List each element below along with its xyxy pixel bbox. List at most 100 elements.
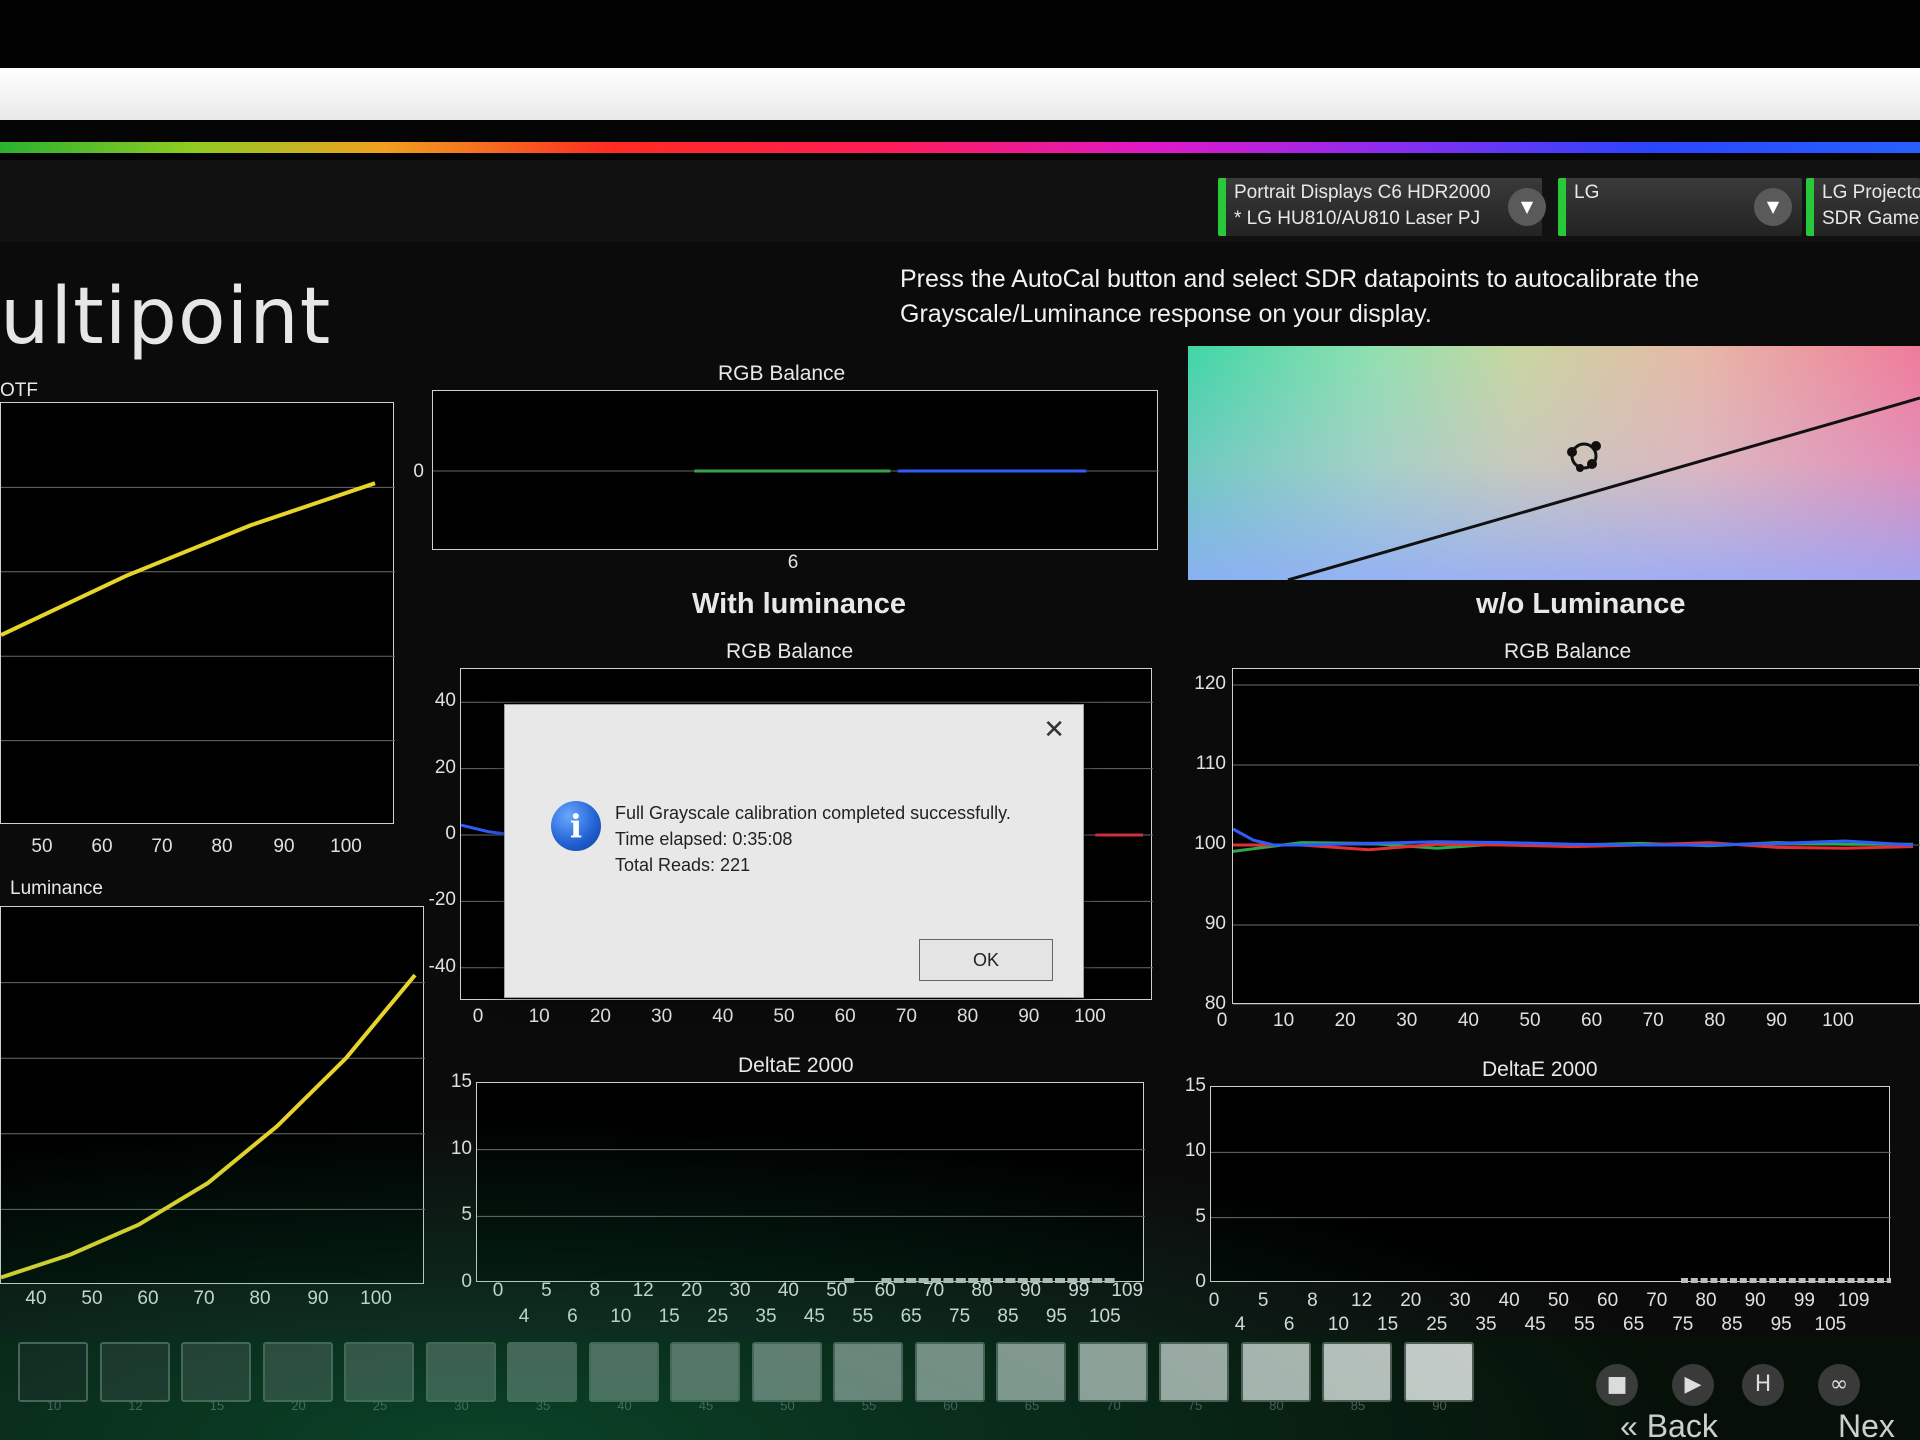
gray-patch-label: 10 — [46, 1398, 62, 1413]
gray-patch-swatch[interactable] — [1077, 1342, 1148, 1402]
luminance-xtick: 90 — [307, 1288, 329, 1309]
de-without-xtick-upper: 20 — [1400, 1290, 1422, 1311]
de-with-xtick-lower: 25 — [707, 1306, 729, 1327]
meter-selector-line1: Portrait Displays C6 HDR2000 — [1234, 182, 1491, 203]
ok-button[interactable]: OK — [919, 939, 1053, 981]
back-button[interactable]: « Back — [1620, 1408, 1718, 1440]
gray-patch-swatch[interactable] — [751, 1342, 822, 1402]
de-without-bar — [1769, 1278, 1777, 1283]
de-without-xtick-upper: 80 — [1695, 1290, 1717, 1311]
gray-patch-swatch[interactable] — [18, 1342, 88, 1402]
de-without-xtick-upper: 40 — [1498, 1290, 1520, 1311]
top-black-bar — [0, 0, 1920, 68]
de-without-bar — [1847, 1278, 1855, 1283]
de-without-ytick: 5 — [1195, 1205, 1206, 1227]
de-without-bar — [1720, 1278, 1728, 1283]
luminance-xtick: 100 — [360, 1288, 392, 1309]
de-without-xtick-lower: 10 — [1327, 1314, 1349, 1335]
de-with-ytick: 15 — [450, 1071, 472, 1092]
rgb-without-xtick: 50 — [1519, 1010, 1541, 1031]
dialog-message-line2: Time elapsed: 0:35:08 — [615, 829, 793, 849]
close-icon[interactable]: ✕ — [1043, 715, 1065, 745]
de-without-xtick-upper: 5 — [1257, 1290, 1269, 1311]
de-with-xtick-lower: 95 — [1045, 1306, 1067, 1327]
rgb-without-plot — [1232, 668, 1920, 1005]
de-without-plot — [1210, 1086, 1891, 1283]
de-without-bar — [1690, 1278, 1698, 1283]
de-with-bar — [1092, 1278, 1103, 1283]
chevron-down-icon[interactable]: ▼ — [1508, 188, 1546, 226]
gray-patch-swatch[interactable] — [588, 1342, 659, 1402]
meter-selector[interactable]: Portrait Displays C6 HDR2000 * LG HU810/… — [1218, 178, 1546, 236]
gray-patch-label: 90 — [1432, 1398, 1447, 1413]
rgb-without-ytick: 90 — [1204, 913, 1226, 934]
de-with-xtick-upper: 40 — [777, 1280, 799, 1301]
rgb-without-xtick: 90 — [1765, 1010, 1787, 1031]
de-with-xtick-upper: 30 — [729, 1280, 751, 1301]
de-with-xtick-lower: 65 — [900, 1306, 922, 1327]
de-without-bar — [1700, 1278, 1708, 1283]
gray-patch-swatch[interactable] — [1159, 1342, 1229, 1402]
de-without-xtick-lower: 6 — [1283, 1314, 1295, 1335]
dialog-message-line3: Total Reads: 221 — [615, 855, 751, 875]
gray-patch-swatch[interactable] — [833, 1342, 903, 1402]
luminance-plot-svg — [1, 973, 425, 1280]
gray-patch-swatch[interactable] — [99, 1342, 170, 1402]
eotf-plot — [0, 402, 395, 824]
gray-patch-swatch[interactable] — [996, 1342, 1066, 1402]
de-without-bar — [1886, 1278, 1891, 1283]
rgb-top-ytick: 0 — [413, 461, 424, 482]
gray-patch-swatch[interactable] — [425, 1342, 496, 1402]
without-luminance-heading: w/o Luminance — [1476, 588, 1686, 620]
de-without-bar — [1788, 1278, 1796, 1283]
de-with-xtick-upper: 0 — [492, 1280, 504, 1301]
de-without-bar — [1867, 1278, 1875, 1283]
de-without-xtick-upper: 60 — [1597, 1290, 1619, 1311]
de-with-bar — [943, 1278, 954, 1283]
de-without-xtick-upper: 0 — [1208, 1290, 1220, 1311]
chevron-down-icon[interactable]: ▼ — [1754, 188, 1792, 226]
gray-patch-swatch[interactable] — [181, 1342, 251, 1402]
profile-selector[interactable]: LG Projecto SDR Game — [1806, 178, 1920, 236]
rgb-with-xtick: 80 — [957, 1006, 979, 1027]
de-without-ytick: 10 — [1184, 1140, 1206, 1162]
eotf-plot-svg — [1, 481, 395, 742]
rgb-with-xtick: 100 — [1074, 1006, 1106, 1027]
de-with-plot-svg — [477, 1149, 1145, 1283]
rgb-without-xtick: 20 — [1334, 1010, 1356, 1031]
rainbow-accent-stripe — [0, 142, 1920, 153]
de-with-bar — [1005, 1278, 1016, 1283]
gray-patch-swatch[interactable] — [507, 1342, 577, 1402]
de-without-title: DeltaE 2000 — [1482, 1058, 1598, 1081]
eotf-xtick: 50 — [31, 836, 53, 857]
rgb-top-xtick: 6 — [787, 552, 799, 573]
gray-patch-swatch[interactable] — [914, 1342, 985, 1402]
de-with-xtick-upper: 12 — [632, 1280, 654, 1301]
calibration-complete-dialog: ✕ i Full Grayscale calibration completed… — [504, 704, 1084, 998]
gray-patch-swatch[interactable] — [670, 1342, 740, 1402]
de-without-bar — [1710, 1278, 1718, 1283]
de-with-xtick-upper: 109 — [1111, 1280, 1144, 1301]
gray-patch-label: 12 — [128, 1398, 143, 1413]
instruction-text: Press the AutoCal button and select SDR … — [900, 265, 1700, 328]
gray-patch-label: 55 — [861, 1398, 877, 1413]
de-without-xtick-upper: 90 — [1744, 1290, 1766, 1311]
loop-icon[interactable]: ∞ — [1818, 1364, 1860, 1406]
de-without-xtick-upper: 70 — [1646, 1290, 1668, 1311]
eotf-curve-line — [1, 481, 376, 637]
hold-icon[interactable]: H — [1742, 1364, 1784, 1406]
eotf-xtick: 100 — [330, 836, 362, 857]
rgb-with-xtick: 90 — [1018, 1006, 1040, 1027]
brand-selector[interactable]: LG ▼ — [1558, 178, 1802, 236]
gray-patch-swatch[interactable] — [344, 1342, 414, 1402]
rgb-without-xtick: 10 — [1273, 1010, 1295, 1031]
gray-patch-swatch[interactable] — [1403, 1342, 1474, 1402]
gray-patch-swatch[interactable] — [1240, 1342, 1311, 1402]
next-button[interactable]: Nex — [1838, 1408, 1895, 1440]
play-icon[interactable]: ▶ — [1672, 1364, 1714, 1406]
gray-patch-swatch[interactable] — [1322, 1342, 1392, 1402]
gray-patch-swatch[interactable] — [262, 1342, 333, 1402]
stop-icon[interactable]: ■ — [1596, 1364, 1638, 1406]
de-with-bar — [955, 1278, 966, 1283]
luminance-title: Luminance — [10, 878, 103, 899]
